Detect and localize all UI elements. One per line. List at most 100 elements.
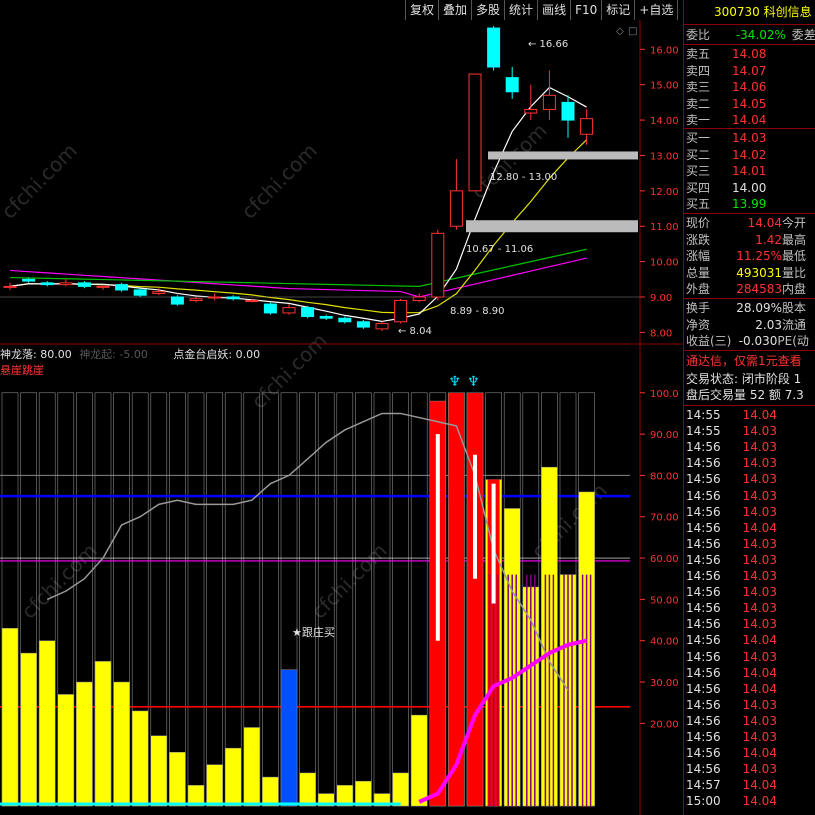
tick-time: 14:56 — [686, 472, 721, 487]
candle-body[interactable] — [263, 303, 277, 314]
low-label: ← 8.04 — [398, 326, 432, 337]
legend-shenluoluo: 神龙落: 80.00 — [0, 348, 72, 361]
tick-price: 14.03 — [742, 762, 777, 777]
osc-bar[interactable] — [150, 735, 168, 807]
oscillator-chart[interactable]: ♆ ♆ — [0, 374, 630, 807]
toolbar-button-5[interactable]: F10 — [570, 0, 601, 20]
candle-body[interactable] — [133, 289, 147, 296]
osc-bar[interactable] — [94, 661, 112, 807]
candle-body[interactable] — [301, 307, 315, 317]
candle-body[interactable] — [189, 298, 203, 302]
candle-body[interactable] — [115, 284, 129, 291]
tick-time: 14:57 — [686, 778, 721, 793]
ask-price: 14.07 — [732, 63, 767, 78]
candle-body[interactable] — [561, 101, 575, 121]
candle-body[interactable] — [170, 296, 184, 305]
candle-body[interactable] — [580, 118, 594, 135]
candle-body[interactable] — [282, 307, 296, 314]
candle-body[interactable] — [22, 278, 36, 282]
quote-value: 28.09% — [736, 301, 783, 315]
candle-body[interactable] — [77, 282, 91, 287]
candle-body[interactable] — [524, 108, 538, 114]
candle-body[interactable] — [487, 27, 501, 68]
bid-row: 买三 14.01 — [686, 163, 766, 179]
osc-bar[interactable] — [113, 681, 130, 807]
separator — [684, 405, 815, 406]
candle-body[interactable] — [319, 315, 333, 319]
kline-chart[interactable]: ← 16.66 12.80 - 13.00 10.67 - 11.06 8.89 - … — [0, 25, 640, 337]
osc-bar[interactable] — [20, 652, 37, 807]
toolbar-button-4[interactable]: 画线 — [537, 0, 570, 20]
candle-body[interactable] — [3, 285, 17, 288]
separator — [684, 44, 815, 45]
osc-bar[interactable] — [224, 747, 242, 807]
osc-bar[interactable] — [392, 772, 409, 807]
bid-label: 买二 — [686, 147, 711, 162]
candle-body[interactable] — [226, 296, 240, 300]
candle-body[interactable] — [40, 282, 54, 286]
candle-body[interactable] — [152, 291, 166, 294]
quote-label: 收益(三) — [686, 334, 732, 348]
candle-body[interactable] — [338, 317, 352, 323]
osc-bar[interactable] — [280, 669, 298, 807]
stock-header[interactable]: 300730 科创信息 — [714, 4, 812, 20]
promo-link[interactable]: 通达信，仅需1元查看 — [686, 353, 802, 369]
osc-bar[interactable] — [131, 710, 149, 807]
candle-body[interactable] — [356, 321, 370, 328]
osc-bar[interactable] — [355, 780, 372, 807]
osc-bar[interactable] — [57, 694, 75, 807]
ask-label: 卖五 — [686, 47, 711, 61]
toolbar-button-6[interactable]: 标记 — [601, 0, 634, 20]
candle-body[interactable] — [96, 285, 110, 288]
bid-row: 买二 14.02 — [686, 147, 766, 163]
price-tick-label: 9.00 — [650, 293, 672, 304]
tick-price: 14.03 — [742, 440, 777, 455]
quote-value: 493031 — [736, 265, 783, 280]
candle-body[interactable] — [59, 282, 73, 286]
tick-price: 14.04 — [742, 665, 777, 680]
toolbar-button-0[interactable]: 复权 — [405, 0, 438, 20]
osc-bar[interactable] — [243, 727, 261, 807]
watermark-text: cfchi.com — [307, 538, 392, 623]
toolbar-button-3[interactable]: 统计 — [504, 0, 537, 20]
tick-price: 14.03 — [742, 617, 777, 632]
quote-value: 1.42 — [755, 232, 783, 247]
osc-bar[interactable] — [262, 776, 279, 807]
tick-price: 14.03 — [742, 552, 777, 567]
candle-body[interactable] — [394, 300, 408, 323]
tick-row: 14:56 14.03 — [686, 729, 777, 745]
osc-bar[interactable] — [410, 714, 428, 807]
tick-time: 14:56 — [686, 504, 721, 519]
candle-body[interactable] — [412, 296, 426, 302]
candle-body[interactable] — [449, 190, 463, 227]
osc-bar[interactable] — [38, 640, 56, 807]
candle-body[interactable] — [431, 232, 445, 298]
candle-body[interactable] — [505, 77, 519, 93]
quote-label: 外盘 — [686, 282, 711, 296]
quote-value: 11.25% — [736, 249, 783, 263]
osc-bar[interactable] — [1, 628, 19, 807]
quote-row: 收益(三) -0.030PE(动 — [686, 333, 809, 349]
toolbar-button-1[interactable]: 叠加 — [438, 0, 471, 20]
candle-body[interactable] — [468, 73, 482, 192]
osc-tick-label: 30.00 — [650, 678, 679, 689]
price-tick-label: 14.00 — [650, 116, 679, 127]
osc-bar[interactable] — [448, 392, 465, 807]
tick-price: 14.03 — [742, 424, 777, 439]
candle-body[interactable] — [375, 323, 389, 330]
chart-area[interactable]: cfchi.com cfchi.com cfchi.com cfchi.com cfch… — [0, 0, 683, 815]
toolbar-button-2[interactable]: 多股 — [471, 0, 504, 20]
osc-tick-label: 80.00 — [650, 471, 679, 482]
toolbar-button-7[interactable]: +自选 — [634, 0, 677, 20]
indicator-legend: 神龙落: 80.00 神龙起: -5.00 点金台启妖: 0.00 — [0, 346, 260, 362]
candle-body[interactable] — [245, 300, 259, 303]
candle-body[interactable] — [208, 296, 222, 299]
osc-bar[interactable] — [206, 764, 223, 807]
osc-bar[interactable] — [76, 681, 93, 807]
candle-body[interactable] — [542, 94, 556, 110]
osc-bar[interactable] — [169, 752, 186, 807]
tick-row: 14:56 14.03 — [686, 536, 777, 552]
price-axis: 16.00 15.00 14.00 13.00 12.00 11.00 10.00 9.00 8… — [640, 45, 679, 339]
tick-row: 14:56 14.03 — [686, 455, 777, 471]
osc-bar[interactable] — [299, 772, 316, 807]
